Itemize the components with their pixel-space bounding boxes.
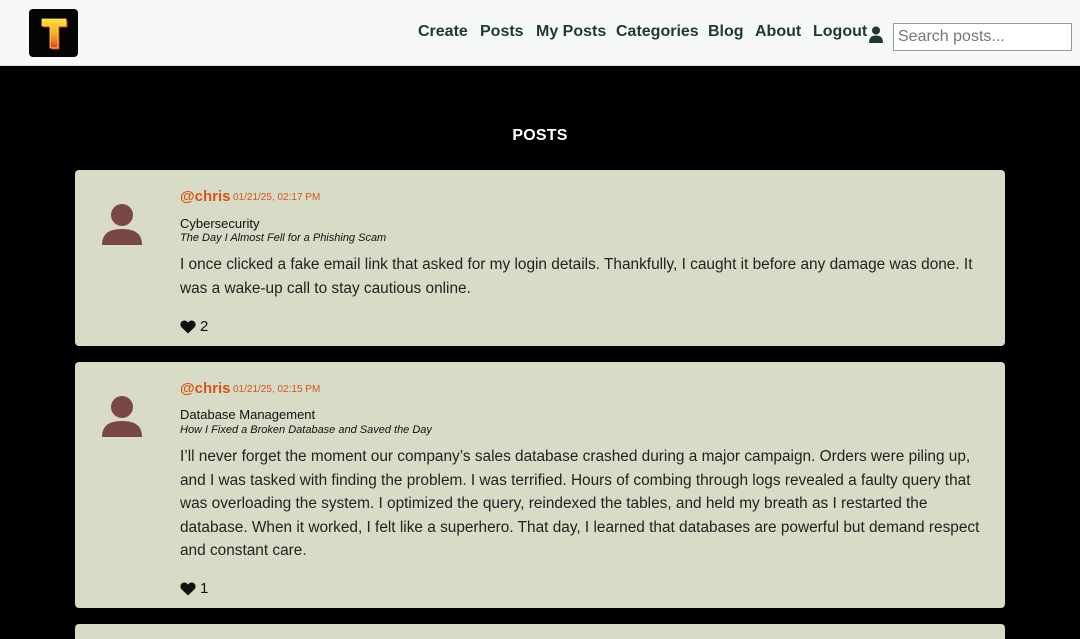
- site-logo[interactable]: [29, 9, 78, 57]
- post-card[interactable]: @chris 01/21/25, 02:15 PM Database Manag…: [75, 362, 1005, 608]
- like-button[interactable]: 1: [180, 580, 208, 597]
- post-author-handle[interactable]: @chris: [180, 188, 230, 205]
- post-timestamp: 01/21/25, 02:17 PM: [233, 192, 321, 203]
- like-count: 2: [200, 318, 209, 335]
- nav-link-posts[interactable]: Posts: [480, 23, 524, 41]
- post-category[interactable]: Database Management: [180, 407, 315, 422]
- avatar-person-icon: [102, 204, 142, 245]
- post-card-partial[interactable]: [75, 624, 1005, 639]
- post-timestamp: 01/21/25, 02:15 PM: [233, 384, 321, 395]
- nav-link-blog[interactable]: Blog: [708, 23, 744, 41]
- post-body: I once clicked a fake email link that as…: [180, 256, 973, 297]
- heart-icon: [180, 582, 196, 595]
- nav-link-my-posts[interactable]: My Posts: [536, 23, 606, 41]
- search-input[interactable]: [893, 23, 1072, 51]
- nav-link-logout[interactable]: Logout: [813, 23, 867, 41]
- post-title: The Day I Almost Fell for a Phishing Sca…: [180, 232, 387, 244]
- top-navbar: Create Posts My Posts Categories Blog Ab…: [0, 0, 1080, 66]
- like-count: 1: [200, 580, 209, 597]
- logo-t-icon: [41, 18, 67, 50]
- nav-link-about[interactable]: About: [755, 23, 801, 41]
- avatar-person-icon: [102, 396, 142, 437]
- post-title: How I Fixed a Broken Database and Saved …: [180, 424, 432, 436]
- heart-icon: [180, 320, 196, 333]
- user-icon[interactable]: [869, 26, 883, 43]
- page-title: POSTS: [512, 127, 568, 144]
- post-card[interactable]: @chris 01/21/25, 02:17 PM Cybersecurity …: [75, 170, 1005, 346]
- like-button[interactable]: 2: [180, 318, 208, 335]
- post-body: I’ll never forget the moment our company…: [180, 448, 980, 560]
- nav-link-categories[interactable]: Categories: [616, 23, 699, 41]
- post-category[interactable]: Cybersecurity: [180, 216, 259, 231]
- nav-link-create[interactable]: Create: [418, 23, 468, 41]
- post-author-handle[interactable]: @chris: [180, 380, 230, 397]
